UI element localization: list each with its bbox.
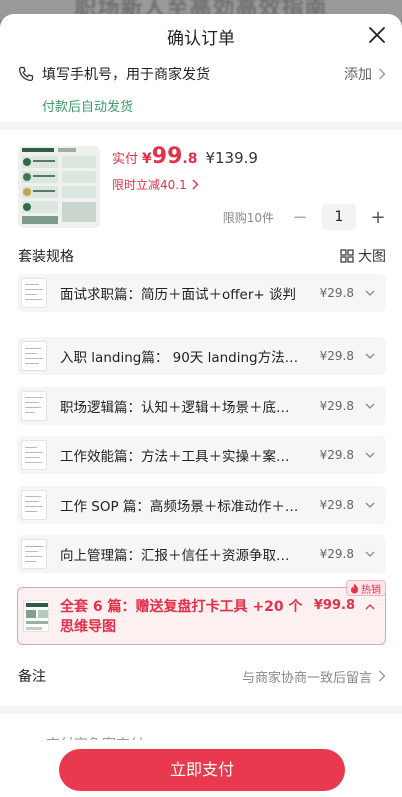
grid-icon[interactable]: [340, 249, 354, 263]
product-cover-image: [18, 146, 100, 228]
currency-symbol: ¥: [142, 151, 152, 167]
price-integer: 99: [151, 144, 183, 169]
option-price: ¥29.8: [319, 547, 354, 561]
remark-placeholder: 与商家协商一致后留言: [241, 670, 372, 686]
option-price: ¥29.8: [319, 286, 354, 300]
discount-text: 限时立减40.1: [112, 178, 187, 192]
chevron-right-icon: [379, 670, 386, 682]
flame-icon: [351, 583, 358, 593]
quantity-stepper: 限购10件 − 1 +: [223, 204, 390, 230]
spec-title: 套装规格: [18, 249, 74, 265]
decrease-button[interactable]: −: [288, 205, 312, 229]
option-thumbnail: [21, 391, 47, 421]
spec-option[interactable]: 面试求职篇：简历＋面试＋offer+ 谈判 ¥29.8: [17, 274, 386, 312]
option-thumbnail: [21, 341, 47, 371]
spec-option-selected[interactable]: 全套 6 篇：赠送复盘打卡工具 +20 个思维导图 ¥99.8 热销: [17, 580, 386, 645]
option-thumbnail: [23, 600, 49, 632]
phone-label: 填写手机号，用于商家发货: [42, 67, 210, 83]
chevron-right-icon: [379, 68, 386, 80]
remark-row[interactable]: 备注 与商家协商一致后留言: [18, 666, 386, 686]
price-decimal: .8: [182, 151, 198, 167]
quantity-value[interactable]: 1: [322, 204, 356, 230]
option-name: 入职 landing篇： 90天 landing方法＋避坑: [60, 350, 300, 366]
purchase-limit: 限购10件: [222, 210, 274, 225]
option-name: 工作效能篇：方法＋工具＋实操＋案例拆解: [60, 449, 300, 465]
option-thumbnail: [21, 278, 47, 308]
spec-option[interactable]: 工作 SOP 篇：高频场景＋标准动作＋模板 ¥29.8: [17, 486, 386, 524]
phone-icon: [18, 66, 34, 82]
increase-button[interactable]: +: [366, 205, 390, 229]
spec-header: 套装规格 大图: [18, 246, 386, 266]
option-name: 工作 SOP 篇：高频场景＋标准动作＋模板: [60, 499, 300, 515]
remark-label: 备注: [18, 669, 46, 685]
close-icon[interactable]: [368, 26, 386, 44]
option-name: 向上管理篇：汇报＋信任＋资源争取＋沟通: [60, 548, 300, 564]
pay-now-button[interactable]: 立即支付: [59, 749, 345, 791]
option-thumbnail: [21, 490, 47, 520]
option-price: ¥29.8: [319, 399, 354, 413]
chevron-down-icon: [365, 403, 375, 409]
spec-option[interactable]: 入职 landing篇： 90天 landing方法＋避坑 ¥29.8: [17, 337, 386, 375]
discount-link[interactable]: 限时立减40.1: [112, 176, 200, 193]
chevron-down-icon: [365, 551, 375, 557]
spec-option[interactable]: 工作效能篇：方法＋工具＋实操＋案例拆解 ¥29.8: [17, 436, 386, 474]
chevron-down-icon: [365, 452, 375, 458]
order-sheet: 确认订单 填写手机号，用于商家发货 添加 付款后自动发货 实付 ¥ 99 .8 …: [0, 14, 402, 797]
large-view-button[interactable]: 大图: [358, 246, 386, 266]
divider: [0, 122, 402, 130]
option-price: ¥29.8: [319, 498, 354, 512]
option-name: 职场逻辑篇：认知＋逻辑＋场景＋底层思维: [60, 400, 300, 416]
auto-ship-note: 付款后自动发货: [42, 100, 134, 115]
option-name: 全套 6 篇：赠送复盘打卡工具 +20 个思维导图: [60, 599, 303, 635]
option-name: 面试求职篇：简历＋面试＋offer+ 谈判: [60, 287, 297, 303]
hot-badge-label: 热销: [361, 584, 381, 596]
product-thumbnail[interactable]: [18, 146, 100, 228]
option-price: ¥99.8: [313, 598, 355, 613]
option-price: ¥29.8: [319, 448, 354, 462]
phone-row[interactable]: 填写手机号，用于商家发货 添加: [18, 64, 386, 84]
spec-option[interactable]: 职场逻辑篇：认知＋逻辑＋场景＋底层思维 ¥29.8: [17, 387, 386, 425]
spec-option[interactable]: 向上管理篇：汇报＋信任＋资源争取＋沟通 ¥29.8: [17, 535, 386, 573]
option-thumbnail: [21, 539, 47, 569]
option-thumbnail: [21, 440, 47, 470]
chevron-right-icon: [192, 179, 199, 190]
page-title: 确认订单: [167, 29, 235, 49]
original-price: ¥139.9: [205, 149, 258, 167]
price-row: 实付 ¥ 99 .8 ¥139.9: [112, 144, 258, 169]
divider: [0, 706, 402, 714]
chevron-up-icon: [365, 604, 375, 610]
chevron-down-icon: [365, 502, 375, 508]
option-price: ¥29.8: [319, 349, 354, 363]
price-label: 实付: [112, 152, 139, 167]
add-phone-button[interactable]: 添加: [344, 64, 372, 84]
hot-badge: 热销: [346, 580, 386, 596]
chevron-down-icon: [365, 290, 375, 296]
chevron-down-icon: [365, 353, 375, 359]
